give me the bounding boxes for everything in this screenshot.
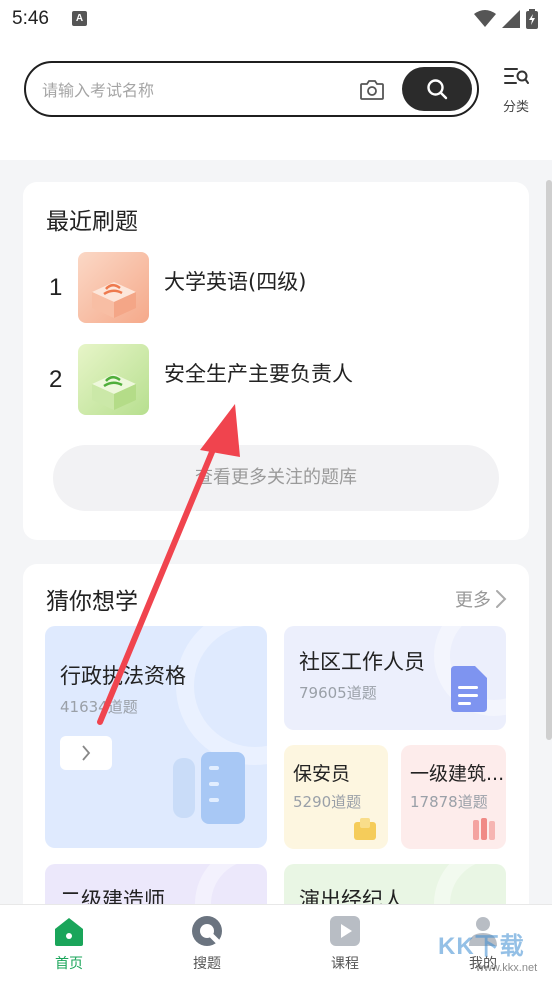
recent-practice-card: 最近刷题 1 大学英语(四级) 2 安全生产主要负责人 查看更多关注的题库 bbox=[23, 182, 529, 540]
more-label: 更多 bbox=[455, 590, 491, 611]
tile-count: 5290道题 bbox=[293, 793, 362, 811]
recent-practice-title: 最近刷题 bbox=[46, 209, 138, 235]
exam-tile[interactable]: 保安员 5290道题 bbox=[284, 745, 388, 849]
exam-tile[interactable]: 行政执法资格 41634道题 bbox=[45, 626, 267, 848]
status-icons bbox=[474, 9, 538, 29]
camera-button[interactable] bbox=[356, 75, 388, 105]
exam-tile[interactable]: 一级建筑... 17878道题 bbox=[401, 745, 506, 849]
battery-icon bbox=[526, 9, 538, 29]
search-icon bbox=[427, 79, 448, 100]
document-icon bbox=[451, 666, 487, 712]
exam-thumbnail-icon bbox=[78, 252, 149, 323]
recent-item-name: 安全生产主要负责人 bbox=[164, 362, 353, 386]
exam-tile[interactable]: 演出经纪人 bbox=[284, 864, 506, 904]
tile-name: 社区工作人员 bbox=[299, 650, 425, 674]
search-button[interactable] bbox=[402, 67, 472, 111]
status-bar: 5:46 A bbox=[0, 0, 552, 40]
tile-count: 41634道题 bbox=[60, 698, 138, 716]
search-question-icon bbox=[192, 916, 222, 946]
camera-icon bbox=[360, 80, 384, 100]
watermark-url: www.kkx.net bbox=[476, 962, 538, 974]
tile-count: 17878道题 bbox=[410, 793, 488, 811]
recommend-title: 猜你想学 bbox=[46, 589, 138, 615]
tile-name: 二级建造师 bbox=[60, 888, 165, 904]
play-icon bbox=[330, 916, 360, 946]
nav-item-courses[interactable]: 课程 bbox=[305, 913, 385, 973]
recommend-card: 猜你想学 更多 行政执法资格 41634道题 社区工作人员 79605道题 保安… bbox=[23, 564, 529, 904]
tile-name: 保安员 bbox=[293, 763, 351, 785]
category-label: 分类 bbox=[502, 100, 529, 115]
search-bar bbox=[24, 61, 479, 117]
nav-item-search-question[interactable]: 搜题 bbox=[167, 913, 247, 973]
watermark-logo: KK下载 bbox=[438, 933, 525, 960]
main-content[interactable]: 最近刷题 1 大学英语(四级) 2 安全生产主要负责人 查看更多关注的题库 猜你… bbox=[0, 160, 552, 904]
wifi-icon bbox=[474, 10, 496, 27]
notebook-icon bbox=[173, 752, 245, 824]
chevron-right-icon bbox=[496, 590, 507, 608]
recent-item[interactable]: 1 大学英语(四级) bbox=[23, 252, 529, 324]
recent-item[interactable]: 2 安全生产主要负责人 bbox=[23, 344, 529, 416]
recent-item-rank: 2 bbox=[49, 366, 63, 393]
home-icon bbox=[55, 918, 83, 946]
tile-arrow-button[interactable] bbox=[60, 736, 112, 770]
exam-thumbnail-icon bbox=[78, 344, 149, 415]
tile-name: 演出经纪人 bbox=[299, 888, 404, 904]
scrollbar[interactable] bbox=[546, 180, 552, 740]
tile-name: 行政执法资格 bbox=[60, 664, 186, 688]
chevron-right-icon bbox=[82, 745, 91, 761]
category-filter-icon bbox=[504, 68, 529, 84]
tile-count: 79605道题 bbox=[299, 684, 377, 702]
books-icon bbox=[473, 818, 495, 840]
nav-label: 课程 bbox=[331, 956, 359, 972]
nav-item-home[interactable]: 首页 bbox=[29, 913, 109, 973]
category-button[interactable]: 分类 bbox=[496, 64, 536, 116]
status-time: 5:46 bbox=[12, 8, 49, 29]
tile-name: 一级建筑... bbox=[410, 763, 505, 785]
signal-icon bbox=[502, 10, 520, 28]
exam-tile[interactable]: 二级建造师 bbox=[45, 864, 267, 904]
book-icon bbox=[354, 818, 376, 840]
nav-label: 搜题 bbox=[193, 956, 221, 972]
recent-item-name: 大学英语(四级) bbox=[164, 270, 307, 294]
more-link[interactable]: 更多 bbox=[455, 586, 507, 612]
search-input[interactable] bbox=[42, 76, 342, 104]
view-more-banks-button[interactable]: 查看更多关注的题库 bbox=[53, 445, 499, 511]
nav-label: 首页 bbox=[55, 956, 83, 972]
exam-tile[interactable]: 社区工作人员 79605道题 bbox=[284, 626, 506, 730]
notification-icon: A bbox=[72, 11, 87, 26]
recent-item-rank: 1 bbox=[49, 274, 63, 301]
